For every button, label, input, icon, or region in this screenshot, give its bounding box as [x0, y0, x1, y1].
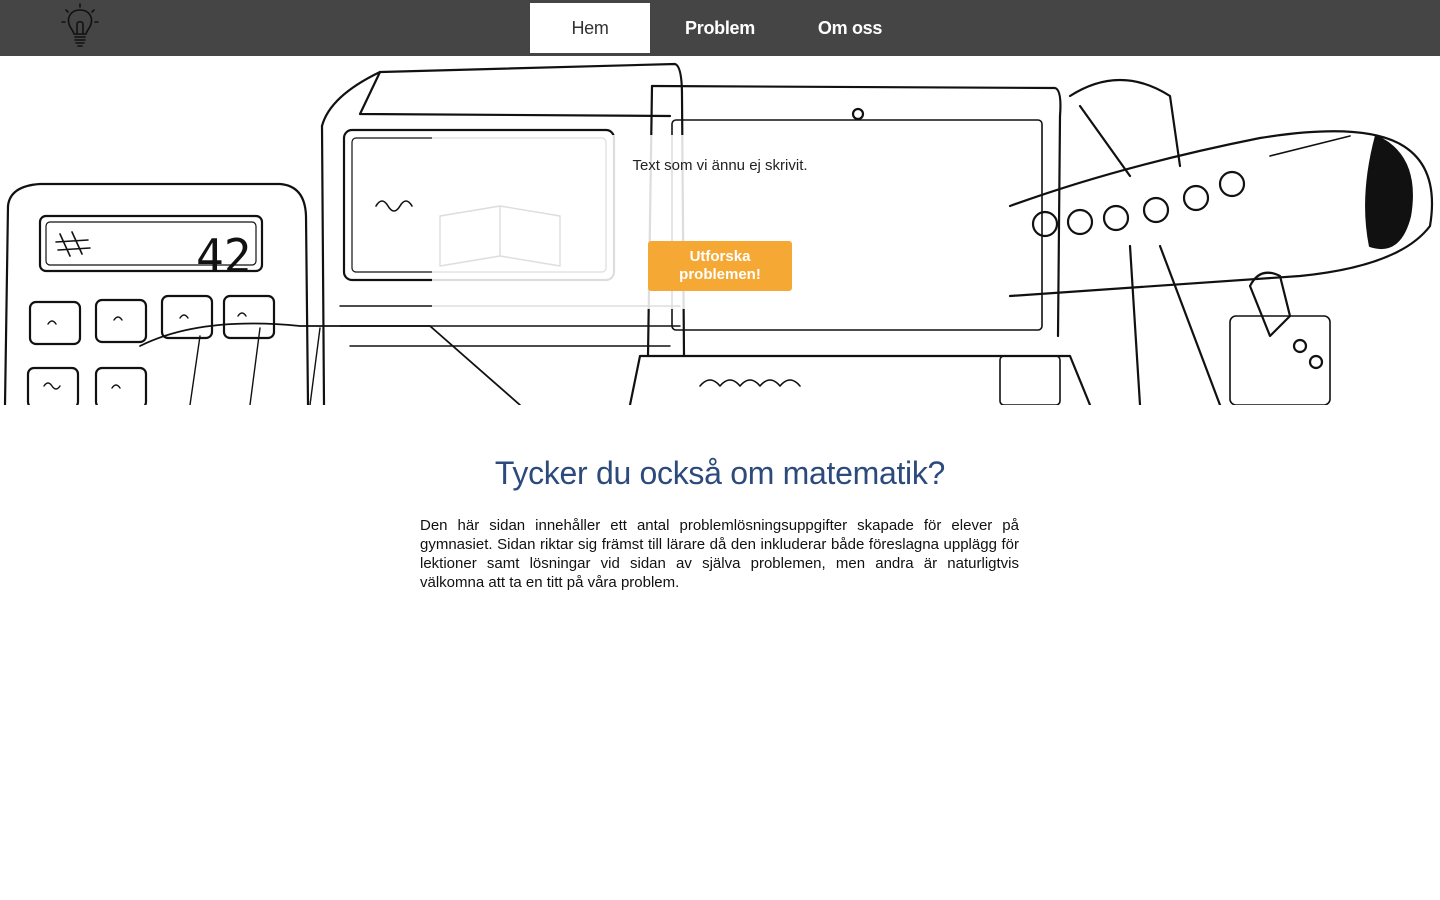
hero-card-text: Text som vi ännu ej skrivit. [632, 157, 808, 174]
page-heading: Tycker du också om matematik? [494, 455, 946, 491]
nav-item-hem[interactable]: Hem [530, 3, 650, 53]
explore-problems-button[interactable]: Utforska problemen! [648, 241, 792, 291]
nav-item-om-oss[interactable]: Om oss [790, 3, 910, 53]
ruler-drawing [139, 322, 521, 405]
calculator-drawing [3, 182, 310, 405]
airplane-drawing [1008, 79, 1434, 405]
calculator-display-text: 42 [196, 229, 251, 283]
intro-paragraph: Den här sidan innehåller ett antal probl… [420, 517, 1019, 591]
hero-banner: 42 Text som vi ännu ej skrivit. Utforska… [0, 56, 1440, 405]
nav-item-problem[interactable]: Problem [660, 3, 780, 53]
hero-card: Text som vi ännu ej skrivit. Utforska pr… [432, 135, 1008, 309]
top-navbar: Hem Problem Om oss [0, 0, 1440, 56]
lightbulb-icon[interactable] [58, 2, 102, 52]
